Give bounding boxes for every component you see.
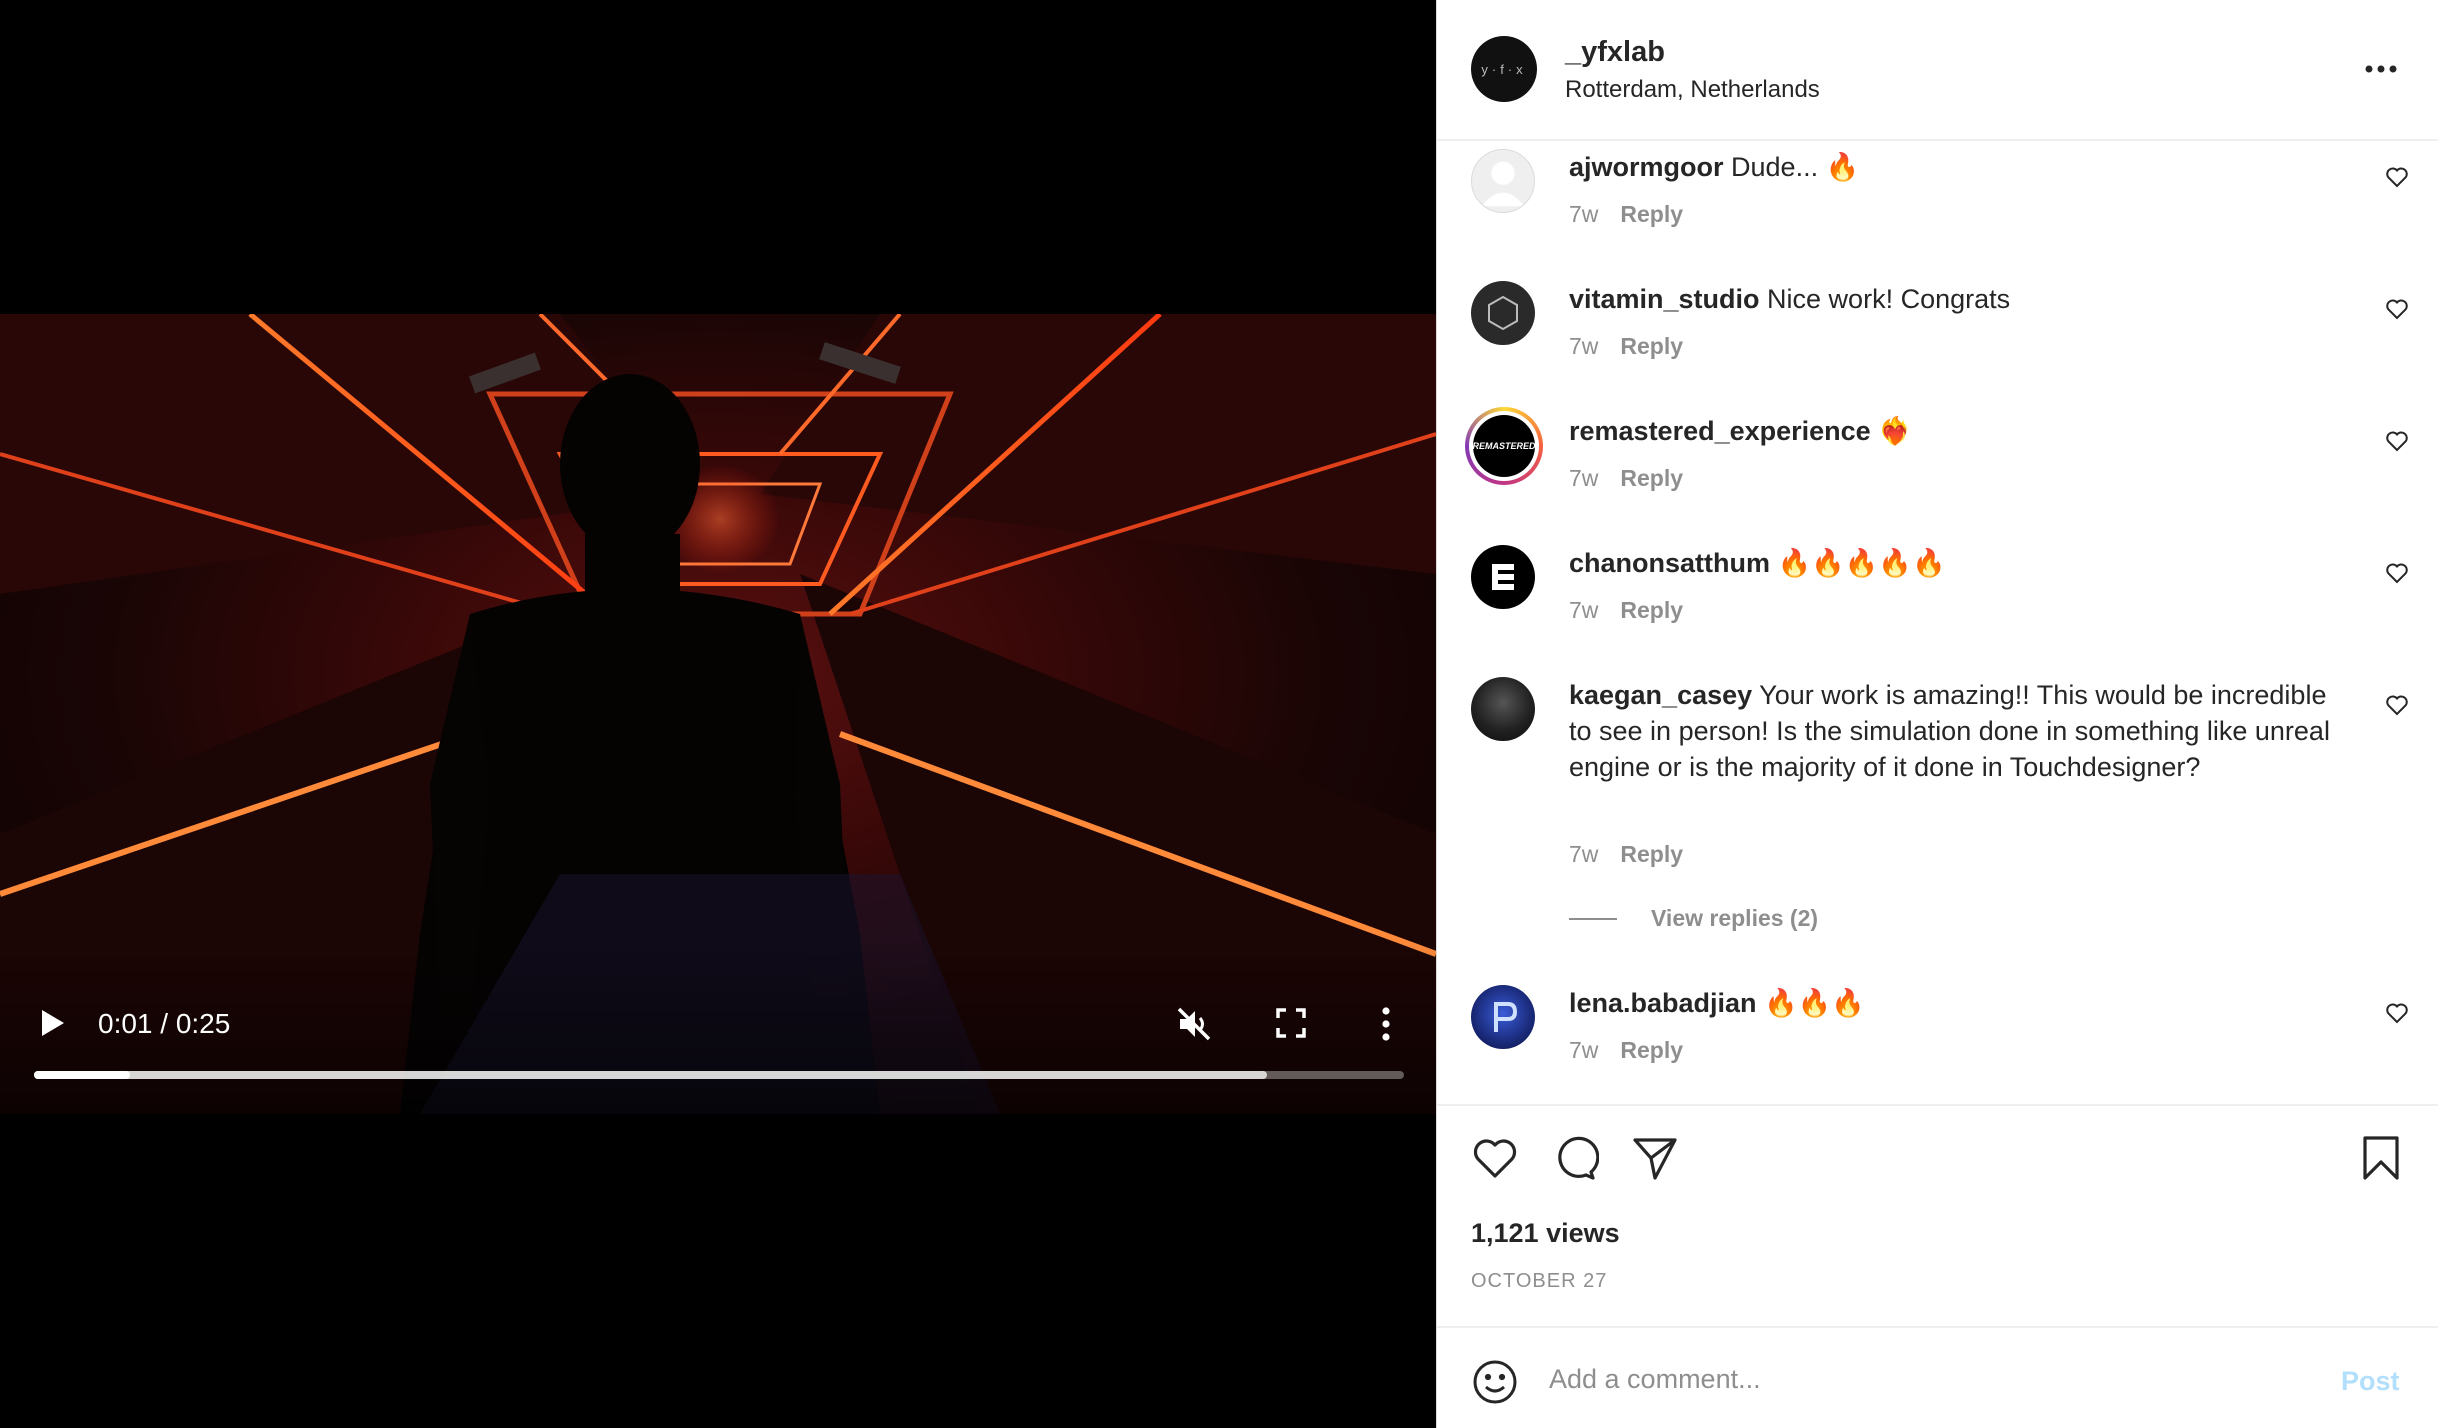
heart-icon[interactable] bbox=[2385, 693, 2409, 717]
post-date: OCTOBER 27 bbox=[1471, 1270, 1608, 1292]
post-location[interactable]: Rotterdam, Netherlands bbox=[1565, 76, 1820, 104]
heart-icon[interactable] bbox=[2385, 561, 2409, 585]
comment-age: 7w bbox=[1569, 841, 1599, 867]
muted-speaker-icon[interactable] bbox=[1176, 1006, 1212, 1042]
hexagon-logo-avatar[interactable] bbox=[1471, 281, 1535, 345]
emoji-smiley-icon[interactable] bbox=[1471, 1358, 1519, 1406]
portrait-avatar[interactable] bbox=[1471, 677, 1535, 741]
owner-avatar[interactable]: y·f·x bbox=[1471, 36, 1537, 102]
post-actions: 1,121 views OCTOBER 27 bbox=[1437, 1104, 2438, 1328]
e-logo-avatar[interactable] bbox=[1471, 545, 1535, 609]
comment-bubble-icon[interactable] bbox=[1551, 1134, 1600, 1182]
default-avatar-icon[interactable] bbox=[1471, 149, 1535, 213]
video-progress-bar[interactable] bbox=[34, 1071, 1404, 1079]
heart-icon[interactable] bbox=[2385, 1001, 2409, 1025]
played-bar bbox=[34, 1071, 130, 1079]
heart-icon[interactable] bbox=[2385, 165, 2409, 189]
comment-age: 7w bbox=[1569, 201, 1599, 227]
comments-list[interactable]: ajwormgoor Dude... 🔥 7w Reply vitamin_stu… bbox=[1437, 143, 2438, 1103]
vertical-ellipsis-icon[interactable] bbox=[1376, 1006, 1396, 1042]
comment-username[interactable]: vitamin_studio bbox=[1569, 284, 1760, 314]
view-replies-label: View replies (2) bbox=[1651, 905, 1819, 931]
buffered-bar bbox=[34, 1071, 1267, 1079]
view-count[interactable]: 1,121 views bbox=[1471, 1218, 1620, 1249]
reply-button[interactable]: Reply bbox=[1620, 597, 1683, 623]
comment-username[interactable]: remastered_experience bbox=[1569, 416, 1871, 446]
comment-text: ❤️‍🔥 bbox=[1878, 416, 1912, 446]
post-header: y·f·x _yfxlab Rotterdam, Netherlands bbox=[1437, 0, 2438, 141]
comment-age: 7w bbox=[1569, 465, 1599, 491]
replies-divider bbox=[1569, 917, 1617, 920]
video-time: 0:01 / 0:25 bbox=[98, 1008, 231, 1039]
share-send-icon[interactable] bbox=[1631, 1134, 1679, 1182]
story-ring-avatar[interactable]: REMASTERED bbox=[1465, 407, 1543, 485]
heart-icon[interactable] bbox=[2385, 429, 2409, 453]
like-heart-icon[interactable] bbox=[1471, 1134, 1519, 1182]
comment-text: 🔥🔥🔥🔥🔥 bbox=[1777, 548, 1946, 578]
post-details-panel: y·f·x _yfxlab Rotterdam, Netherlands ajw… bbox=[1436, 0, 2438, 1428]
reply-button[interactable]: Reply bbox=[1620, 465, 1683, 491]
owner-username[interactable]: _yfxlab bbox=[1565, 36, 1665, 69]
comment-username[interactable]: lena.babadjian bbox=[1569, 988, 1757, 1018]
comment-age: 7w bbox=[1569, 597, 1599, 623]
reply-button[interactable]: Reply bbox=[1620, 841, 1683, 867]
comment-username[interactable]: ajwormgoor bbox=[1569, 152, 1724, 182]
reply-button[interactable]: Reply bbox=[1620, 201, 1683, 227]
comment-username[interactable]: kaegan_casey bbox=[1569, 680, 1752, 710]
reply-button[interactable]: Reply bbox=[1620, 1037, 1683, 1063]
comment-text: Dude... 🔥 bbox=[1731, 152, 1860, 182]
comment-text: Nice work! Congrats bbox=[1767, 284, 2011, 314]
play-icon[interactable] bbox=[34, 1006, 68, 1040]
post-comment-button[interactable]: Post bbox=[2341, 1366, 2400, 1397]
remastered-logo: REMASTERED bbox=[1473, 415, 1536, 477]
video-player[interactable]: 0:01 / 0:25 bbox=[0, 0, 1436, 1428]
comment-age: 7w bbox=[1569, 333, 1599, 359]
comment-text: 🔥🔥🔥 bbox=[1764, 988, 1865, 1018]
add-comment-bar: Post bbox=[1437, 1326, 2438, 1428]
blue-p-logo-avatar[interactable] bbox=[1471, 985, 1535, 1049]
comment-username[interactable]: chanonsatthum bbox=[1569, 548, 1770, 578]
bookmark-icon[interactable] bbox=[2357, 1134, 2405, 1182]
more-options-icon[interactable] bbox=[2361, 54, 2401, 84]
comment-age: 7w bbox=[1569, 1037, 1599, 1063]
view-replies-button[interactable]: View replies (2) bbox=[1569, 905, 1818, 932]
heart-icon[interactable] bbox=[2385, 297, 2409, 321]
comment-input[interactable] bbox=[1549, 1354, 2309, 1404]
fullscreen-icon[interactable] bbox=[1276, 1008, 1306, 1038]
reply-button[interactable]: Reply bbox=[1620, 333, 1683, 359]
